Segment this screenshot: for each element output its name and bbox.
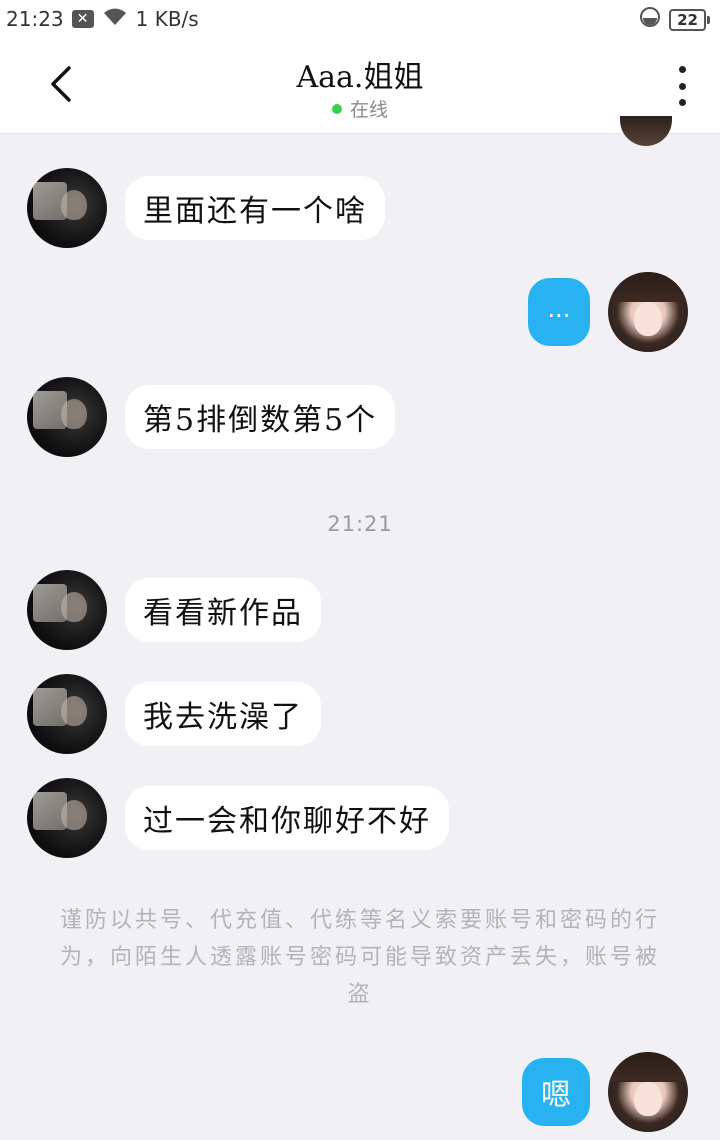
online-status-label: 在线	[349, 99, 388, 121]
message-row: 第5排倒数第5个	[27, 377, 396, 457]
message-bubble[interactable]: 我去洗澡了	[125, 682, 321, 746]
message-bubble[interactable]: ...	[528, 278, 590, 346]
message-bubble[interactable]: 看看新作品	[125, 578, 321, 642]
status-bar: 21:23 ✕ 1 KB/s 22	[0, 0, 720, 38]
message-bubble[interactable]: 过一会和你聊好不好	[125, 786, 449, 850]
message-row: 看看新作品	[27, 570, 321, 650]
more-options-button[interactable]	[670, 66, 694, 106]
message-row: 我去洗澡了	[27, 674, 321, 754]
notification-close-icon: ✕	[71, 10, 94, 28]
battery-icon: 22	[669, 8, 710, 31]
message-row: 里面还有一个啥	[27, 168, 385, 248]
self-avatar[interactable]	[608, 272, 688, 352]
more-dot-icon	[678, 66, 686, 73]
contact-avatar[interactable]	[27, 674, 107, 754]
more-dot-icon	[678, 82, 686, 90]
sync-icon	[639, 6, 661, 33]
network-speed: 1 KB/s	[135, 7, 199, 31]
message-bubble[interactable]: 里面还有一个啥	[125, 176, 385, 240]
battery-level: 22	[669, 8, 706, 31]
contact-avatar[interactable]	[27, 778, 107, 858]
contact-name: Aaa.姐姐	[296, 60, 424, 95]
wifi-icon	[102, 7, 128, 32]
status-time: 21:23	[6, 7, 64, 31]
chat-header: Aaa.姐姐 在线	[0, 38, 720, 134]
message-bubble[interactable]: 第5排倒数第5个	[125, 385, 396, 449]
avatar-partial	[620, 116, 672, 146]
time-divider: 21:21	[327, 512, 393, 536]
contact-avatar[interactable]	[27, 570, 107, 650]
more-dot-icon	[678, 99, 686, 106]
contact-avatar[interactable]	[27, 377, 107, 457]
security-notice: 谨防以共号、代充值、代练等名义索要账号和密码的行为，向陌生人透露账号密码可能导致…	[60, 908, 661, 1007]
online-status: 在线	[0, 95, 720, 122]
online-dot-icon	[331, 103, 342, 114]
message-row: 过一会和你聊好不好	[27, 778, 449, 858]
contact-avatar[interactable]	[27, 168, 107, 248]
message-row: 嗯	[522, 1052, 688, 1132]
message-bubble[interactable]: 嗯	[522, 1058, 590, 1126]
self-avatar[interactable]	[608, 1052, 688, 1132]
message-row: ...	[528, 272, 688, 352]
